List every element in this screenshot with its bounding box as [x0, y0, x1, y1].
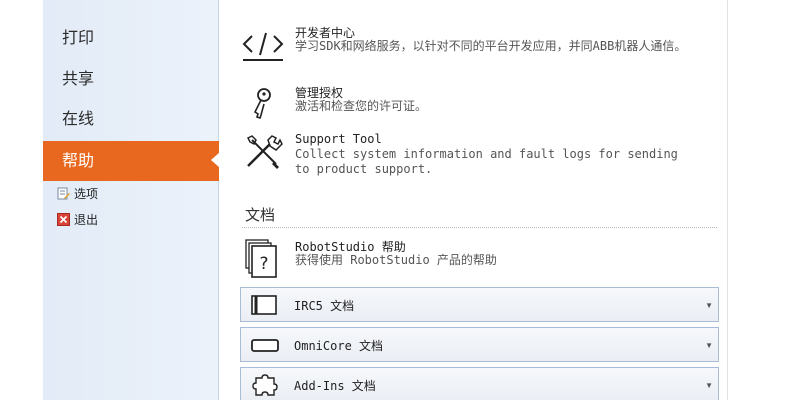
- nav-item-label: 在线: [62, 109, 95, 128]
- entry-description: Collect system information and fault log…: [295, 147, 678, 176]
- developer-center-entry[interactable]: 开发者中心 学习SDK和网络服务，以针对不同的平台开发应用，并同ABB机器人通信…: [242, 24, 712, 66]
- license-entry[interactable]: 管理授权 激活和检查您的许可证。: [242, 84, 712, 124]
- nav-item-online[interactable]: 在线: [43, 100, 219, 138]
- sub-item-options[interactable]: 选项: [57, 185, 98, 203]
- sub-item-exit[interactable]: 退出: [57, 211, 98, 229]
- nav-item-label: 共享: [62, 69, 95, 88]
- nav-item-share[interactable]: 共享: [43, 60, 219, 98]
- support-tool-entry[interactable]: Support Tool Collect system information …: [242, 132, 712, 178]
- svg-text:?: ?: [259, 254, 268, 274]
- options-icon: [57, 187, 70, 200]
- chevron-down-icon: ▼: [705, 341, 713, 350]
- nav-item-label: 帮助: [62, 151, 95, 170]
- addins-docs-dropdown[interactable]: Add-Ins 文档 ▼: [240, 367, 719, 400]
- nav-item-label: 打印: [62, 28, 95, 47]
- entry-description: 激活和检查您的许可证。: [295, 99, 428, 113]
- code-icon: [242, 32, 284, 61]
- nav-item-print[interactable]: 打印: [43, 19, 219, 57]
- irc5-controller-icon: [251, 295, 277, 315]
- dropdown-label: IRC5 文档: [294, 299, 355, 313]
- sub-item-label: 选项: [74, 187, 99, 201]
- documents-section-title: 文档: [245, 206, 276, 224]
- section-divider: [242, 227, 717, 228]
- dropdown-label: Add-Ins 文档: [294, 379, 376, 393]
- help-content-pane: 开发者中心 学习SDK和网络服务，以针对不同的平台开发应用，并同ABB机器人通信…: [220, 0, 728, 400]
- chevron-down-icon: ▼: [705, 381, 713, 390]
- backstage-sidebar: 打印 共享 在线 帮助 选项 退出: [43, 0, 220, 400]
- entry-title: Support Tool: [295, 132, 382, 146]
- dropdown-label: OmniCore 文档: [294, 339, 384, 353]
- entry-description: 学习SDK和网络服务，以针对不同的平台开发应用，并同ABB机器人通信。: [295, 39, 687, 53]
- tools-icon: [246, 135, 283, 169]
- omnicore-docs-dropdown[interactable]: OmniCore 文档 ▼: [240, 327, 719, 362]
- window-margin: [0, 0, 43, 400]
- robotstudio-help-entry[interactable]: ? RobotStudio 帮助 获得使用 RobotStudio 产品的帮助: [242, 238, 712, 280]
- key-icon: [253, 88, 271, 120]
- irc5-docs-dropdown[interactable]: IRC5 文档 ▼: [240, 287, 719, 322]
- omnicore-controller-icon: [251, 339, 279, 352]
- puzzle-icon: [252, 374, 278, 396]
- sub-item-label: 退出: [74, 213, 99, 227]
- chevron-down-icon: ▼: [705, 301, 713, 310]
- entry-description: 获得使用 RobotStudio 产品的帮助: [295, 253, 497, 267]
- exit-icon: [57, 213, 70, 226]
- active-indicator: [211, 152, 220, 168]
- help-document-icon: ?: [245, 239, 277, 278]
- nav-item-help[interactable]: 帮助: [43, 141, 220, 181]
